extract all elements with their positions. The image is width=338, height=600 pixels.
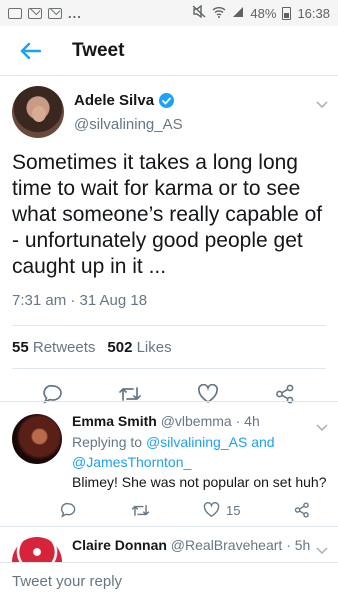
- share-button[interactable]: [294, 498, 310, 522]
- heart-icon: [203, 502, 220, 517]
- retweet-button[interactable]: [131, 498, 150, 522]
- share-icon: [294, 502, 309, 518]
- app-header: Tweet: [0, 26, 338, 76]
- reply-author-handle[interactable]: @RealBraveheart: [171, 537, 283, 553]
- reply-header: Claire Donnan @RealBraveheart · 5h: [72, 537, 310, 553]
- tweet-menu-button[interactable]: [316, 96, 328, 114]
- mention-link[interactable]: @silvalining_AS: [146, 434, 247, 450]
- reply-time: · 5h: [286, 537, 311, 553]
- status-overflow: ...: [68, 5, 82, 21]
- reply-tweet[interactable]: Emma Smith @vlbemma · 4h Replying to @si…: [0, 402, 338, 526]
- like-button[interactable]: 15: [203, 498, 240, 522]
- author-name-row[interactable]: Adele Silva: [74, 92, 175, 109]
- chevron-down-icon: [316, 424, 328, 432]
- like-label: Likes: [136, 338, 172, 356]
- status-bar-left: ...: [8, 6, 82, 21]
- clock: 16:38: [297, 5, 330, 21]
- retweet-icon: [131, 504, 149, 516]
- avatar[interactable]: [12, 414, 62, 464]
- wifi-icon: [212, 6, 226, 21]
- mention-link[interactable]: @JamesThornton_: [72, 452, 191, 472]
- status-bar-right: 48% 16:38: [192, 4, 330, 21]
- reply-author-name[interactable]: Claire Donnan: [72, 537, 167, 553]
- tweet-stats: 55 Retweets 502 Likes: [0, 326, 338, 368]
- like-count: 502: [107, 338, 133, 356]
- verified-badge-icon: [159, 93, 175, 108]
- reply-time: · 4h: [235, 413, 260, 429]
- retweet-count: 55: [12, 338, 29, 356]
- avatar[interactable]: [12, 537, 62, 562]
- tweet-timestamp: 7:31 am · 31 Aug 18: [12, 292, 148, 309]
- tweet-author: Adele Silva @silvalining_AS: [0, 76, 338, 150]
- reply-author-handle[interactable]: @vlbemma: [161, 413, 232, 429]
- signal-icon: [232, 6, 244, 21]
- reply-icon: [61, 502, 76, 518]
- notification-icon: [8, 7, 22, 19]
- chevron-down-icon: [316, 101, 328, 109]
- back-button[interactable]: [6, 26, 54, 76]
- avatar[interactable]: [12, 86, 64, 138]
- reply-menu-button[interactable]: [316, 419, 328, 437]
- chevron-down-icon: [316, 547, 328, 555]
- and-text: and: [251, 434, 275, 450]
- back-arrow-icon: [20, 42, 41, 59]
- reply-author-name[interactable]: Emma Smith: [72, 413, 157, 429]
- retweet-stat[interactable]: 55 Retweets: [12, 339, 95, 356]
- retweet-label: Retweets: [32, 338, 96, 356]
- author-name: Adele Silva: [74, 92, 155, 109]
- battery-percent: 48%: [250, 5, 277, 21]
- reply-menu-button[interactable]: [316, 542, 328, 560]
- reply-button[interactable]: [60, 498, 77, 522]
- reply-actions: 15: [60, 498, 310, 522]
- battery-icon: [282, 6, 292, 20]
- replying-to: Replying to @silvalining_AS and: [72, 432, 275, 452]
- mail-icon: [48, 7, 62, 19]
- reply-like-count: 15: [226, 502, 241, 518]
- mute-icon: [192, 4, 206, 21]
- tweet-text: Sometimes it takes a long long time to w…: [12, 151, 323, 278]
- reply-tweet[interactable]: Claire Donnan @RealBraveheart · 5h: [0, 527, 338, 562]
- main-tweet: Adele Silva @silvalining_AS Sometimes it…: [0, 76, 338, 419]
- author-handle[interactable]: @silvalining_AS: [74, 116, 183, 133]
- reply-text: Blimey! She was not popular on set huh?: [72, 474, 327, 490]
- compose-placeholder: Tweet your reply: [12, 573, 123, 590]
- reply-compose-input[interactable]: Tweet your reply: [0, 562, 338, 600]
- page-title: Tweet: [72, 39, 125, 61]
- status-bar: ... 48% 16:38: [0, 0, 338, 26]
- reply-header: Emma Smith @vlbemma · 4h: [72, 413, 260, 429]
- like-stat[interactable]: 502 Likes: [107, 339, 171, 356]
- mail-icon: [28, 7, 42, 19]
- replying-prefix: Replying to: [72, 434, 143, 450]
